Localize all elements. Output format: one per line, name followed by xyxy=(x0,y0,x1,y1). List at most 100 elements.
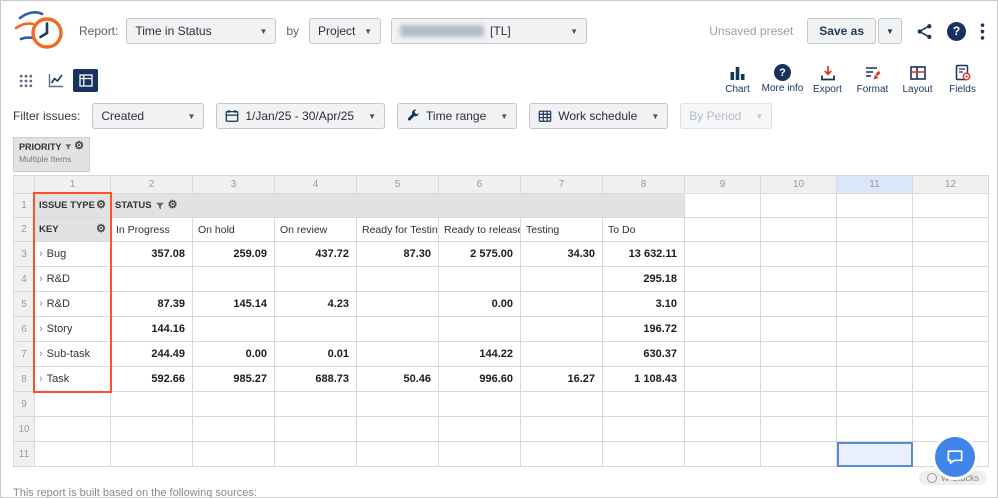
cell-value[interactable]: 3.10 xyxy=(602,291,685,317)
row-label[interactable]: › R&D xyxy=(34,291,111,317)
group-by-dropdown[interactable]: Project ▼ xyxy=(309,18,382,44)
help-button[interactable]: ? xyxy=(947,21,966,41)
cell-value[interactable] xyxy=(274,316,357,342)
expand-chevron-icon[interactable]: › xyxy=(39,248,43,260)
cell-empty[interactable] xyxy=(192,391,275,417)
row-label[interactable]: › Story xyxy=(34,316,111,342)
cell-value[interactable] xyxy=(520,266,603,292)
priority-field-header[interactable]: PRIORITY ⚙ Multiple Items xyxy=(13,137,90,172)
cell-empty[interactable] xyxy=(356,391,439,417)
cell-value[interactable]: 996.60 xyxy=(438,366,521,392)
expand-chevron-icon[interactable]: › xyxy=(39,373,43,385)
expand-chevron-icon[interactable]: › xyxy=(39,298,43,310)
filter-field-dropdown[interactable]: Created ▼ xyxy=(92,103,205,129)
row-header[interactable]: 1 xyxy=(13,193,35,218)
cell-empty[interactable] xyxy=(192,416,275,442)
row-header[interactable]: 10 xyxy=(13,416,35,442)
cell-empty[interactable] xyxy=(438,391,521,417)
cell-value[interactable] xyxy=(110,266,193,292)
cell-value[interactable]: 1 108.43 xyxy=(602,366,685,392)
cell-empty[interactable] xyxy=(836,341,913,367)
cell-value[interactable]: 0.00 xyxy=(438,291,521,317)
cell-value[interactable]: 0.00 xyxy=(192,341,275,367)
cell-empty[interactable] xyxy=(684,366,761,392)
pivot-view-button[interactable] xyxy=(73,69,98,92)
cell-value[interactable]: 295.18 xyxy=(602,266,685,292)
cell-empty[interactable] xyxy=(438,441,521,467)
format-action[interactable]: Format xyxy=(850,63,895,95)
save-as-button[interactable]: Save as xyxy=(807,18,876,44)
gear-icon[interactable]: ⚙ xyxy=(96,224,106,235)
more-info-action[interactable]: ? More info xyxy=(760,63,805,95)
col-header[interactable]: 8 xyxy=(602,175,685,194)
status-header-cell[interactable]: STATUS ⚙ xyxy=(110,193,685,218)
cell-empty[interactable] xyxy=(520,391,603,417)
cell-empty[interactable] xyxy=(836,291,913,317)
corner-cell[interactable] xyxy=(13,175,35,194)
gear-icon[interactable]: ⚙ xyxy=(168,200,178,211)
cell-value[interactable]: 2 575.00 xyxy=(438,241,521,267)
save-as-menu-button[interactable]: ▼ xyxy=(878,18,902,44)
cell-empty[interactable] xyxy=(520,441,603,467)
cell-value[interactable]: 196.72 xyxy=(602,316,685,342)
cell-value[interactable]: 688.73 xyxy=(274,366,357,392)
status-column-name[interactable]: On hold xyxy=(192,217,275,242)
col-header[interactable]: 1 xyxy=(34,175,111,194)
chart-view-button[interactable] xyxy=(43,69,68,92)
status-column-name[interactable]: To Do xyxy=(602,217,685,242)
cell-empty[interactable] xyxy=(684,241,761,267)
kebab-menu-button[interactable] xyxy=(980,22,985,40)
cell-empty[interactable] xyxy=(912,391,989,417)
col-header[interactable]: 6 xyxy=(438,175,521,194)
cell-value[interactable] xyxy=(438,316,521,342)
cell-empty[interactable] xyxy=(760,366,837,392)
cell-empty[interactable] xyxy=(760,193,837,218)
cell-empty[interactable] xyxy=(110,416,193,442)
row-header[interactable]: 8 xyxy=(13,366,35,392)
cell-value[interactable]: 357.08 xyxy=(110,241,193,267)
row-header[interactable]: 7 xyxy=(13,341,35,367)
col-header[interactable]: 7 xyxy=(520,175,603,194)
cell-empty[interactable] xyxy=(356,441,439,467)
col-header[interactable]: 2 xyxy=(110,175,193,194)
cell-empty[interactable] xyxy=(602,441,685,467)
row-header[interactable]: 2 xyxy=(13,217,35,242)
cell-empty[interactable] xyxy=(274,391,357,417)
row-header[interactable]: 4 xyxy=(13,266,35,292)
share-button[interactable] xyxy=(916,23,933,40)
row-label[interactable]: › Task xyxy=(34,366,111,392)
report-type-dropdown[interactable]: Time in Status ▼ xyxy=(126,18,277,44)
cell-value[interactable] xyxy=(356,291,439,317)
cell-value[interactable]: 16.27 xyxy=(520,366,603,392)
project-dropdown[interactable]: [TL] ▼ xyxy=(391,18,588,44)
cell-empty[interactable] xyxy=(760,391,837,417)
row-label[interactable]: › Sub-task xyxy=(34,341,111,367)
cell-value[interactable] xyxy=(356,316,439,342)
status-column-name[interactable]: In Progress xyxy=(110,217,193,242)
cell-empty[interactable] xyxy=(836,217,913,242)
col-header[interactable]: 5 xyxy=(356,175,439,194)
cell-empty[interactable] xyxy=(912,266,989,292)
cell-value[interactable] xyxy=(520,341,603,367)
cell-empty[interactable] xyxy=(192,441,275,467)
cell-value[interactable]: 87.30 xyxy=(356,241,439,267)
cell-empty[interactable] xyxy=(684,291,761,317)
cell-value[interactable] xyxy=(274,266,357,292)
grid-view-button[interactable] xyxy=(13,69,38,92)
cell-empty[interactable] xyxy=(912,316,989,342)
row-header[interactable]: 9 xyxy=(13,391,35,417)
expand-chevron-icon[interactable]: › xyxy=(39,348,43,360)
key-header-cell[interactable]: KEY ⚙ xyxy=(34,217,111,242)
cell-empty[interactable] xyxy=(684,441,761,467)
cell-empty[interactable] xyxy=(912,366,989,392)
cell-empty[interactable] xyxy=(836,241,913,267)
cell-empty[interactable] xyxy=(602,391,685,417)
col-header-highlighted[interactable]: 11 xyxy=(836,175,913,194)
cell-empty[interactable] xyxy=(438,416,521,442)
filter-funnel-icon[interactable] xyxy=(155,202,164,210)
cell-value[interactable]: 144.22 xyxy=(438,341,521,367)
col-header[interactable]: 12 xyxy=(912,175,989,194)
fields-action[interactable]: Fields xyxy=(940,63,985,95)
col-header[interactable]: 9 xyxy=(684,175,761,194)
row-header[interactable]: 5 xyxy=(13,291,35,317)
